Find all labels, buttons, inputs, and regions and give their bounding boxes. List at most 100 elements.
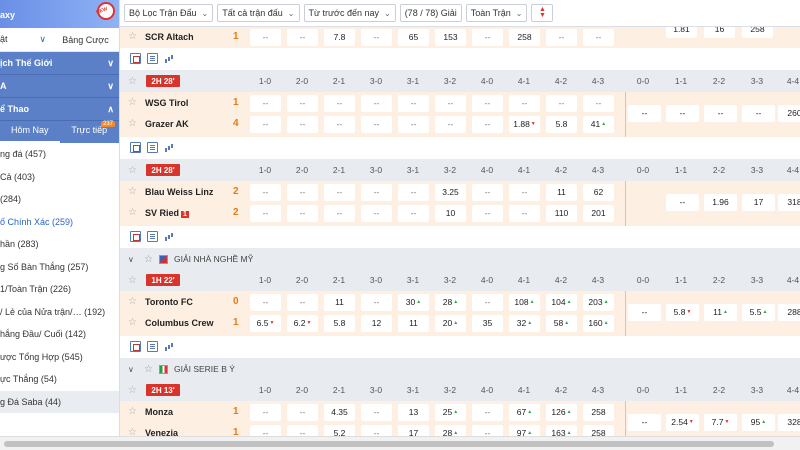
odds-cell[interactable]: 104 <box>546 294 577 311</box>
star-icon[interactable]: ☆ <box>128 97 137 108</box>
odds-cell[interactable]: -- <box>398 205 429 222</box>
odds-cell[interactable]: 260 <box>778 105 800 122</box>
odds-cell[interactable]: -- <box>361 205 392 222</box>
chart-bars-icon[interactable] <box>164 231 175 242</box>
league-header[interactable]: ∨ ☆ GIẢI NHÀ NGHỀ MỸ <box>120 248 800 270</box>
odds-cell[interactable]: 32 <box>509 315 540 332</box>
sidebar-item[interactable]: hắng Đầu/ Cuối (142) <box>0 323 119 346</box>
odds-cell[interactable]: -- <box>287 404 318 421</box>
chart-bars-icon[interactable] <box>164 53 175 64</box>
odds-cell[interactable]: -- <box>287 29 318 46</box>
odds-cell[interactable]: 7.7 <box>704 414 737 431</box>
odds-cell[interactable]: -- <box>583 95 614 112</box>
odds-cell[interactable]: 25 <box>435 404 466 421</box>
odds-cell[interactable]: -- <box>628 105 661 122</box>
odds-cell[interactable]: -- <box>324 116 355 133</box>
horizontal-scrollbar[interactable] <box>0 436 800 450</box>
odds-cell[interactable]: 258 <box>509 29 540 46</box>
odds-cell[interactable]: 126 <box>546 404 577 421</box>
stats-grid-icon[interactable] <box>130 230 141 242</box>
odds-cell[interactable]: -- <box>628 414 661 431</box>
odds-cell[interactable]: -- <box>435 95 466 112</box>
sidebar-item[interactable]: 1/Toàn Trận (226) <box>0 278 119 301</box>
odds-cell[interactable]: -- <box>546 95 577 112</box>
odds-cell[interactable]: -- <box>361 184 392 201</box>
odds-cell[interactable]: -- <box>666 194 699 211</box>
odds-cell[interactable]: 11 <box>704 304 737 321</box>
odds-cell[interactable]: -- <box>509 95 540 112</box>
odds-cell[interactable]: 1.81 <box>666 27 697 38</box>
odds-cell[interactable]: -- <box>509 184 540 201</box>
odds-cell[interactable]: -- <box>398 95 429 112</box>
odds-cell[interactable]: -- <box>472 95 503 112</box>
odds-cell[interactable]: -- <box>583 29 614 46</box>
odds-cell[interactable]: 3.25 <box>435 184 466 201</box>
chevron-down-icon[interactable]: ∨ <box>128 255 138 264</box>
odds-cell[interactable]: -- <box>250 294 281 311</box>
sidebar-section-sports[interactable]: ể Thao ∧ <box>0 98 119 121</box>
odds-cell[interactable]: 108 <box>509 294 540 311</box>
star-icon[interactable]: ☆ <box>144 254 153 265</box>
star-icon[interactable]: ☆ <box>128 207 137 218</box>
stats-grid-icon[interactable] <box>130 340 141 352</box>
odds-cell[interactable]: -- <box>472 205 503 222</box>
sidebar-section-a[interactable]: A ∨ <box>0 75 119 98</box>
odds-cell[interactable]: 2.54 <box>666 414 699 431</box>
odds-cell[interactable]: 41 <box>583 116 614 133</box>
odds-cell[interactable]: 5.8 <box>324 315 355 332</box>
odds-cell[interactable]: 201 <box>583 205 614 222</box>
odds-cell[interactable]: 258 <box>583 404 614 421</box>
odds-cell[interactable]: -- <box>742 105 775 122</box>
odds-cell[interactable]: -- <box>361 29 392 46</box>
list-icon[interactable] <box>147 230 158 242</box>
odds-cell[interactable]: -- <box>472 404 503 421</box>
odds-cell[interactable]: -- <box>250 29 281 46</box>
match-filter-dropdown[interactable]: Bộ Lọc Trận Đấu ⌄ <box>124 4 214 22</box>
odds-cell[interactable]: 328 <box>778 414 800 431</box>
odds-cell[interactable]: 318 <box>778 194 800 211</box>
sidebar-item[interactable]: g Đá Saba (44) <box>0 390 119 413</box>
odds-cell[interactable]: 65 <box>398 29 429 46</box>
odds-cell[interactable]: 110 <box>546 205 577 222</box>
odds-cell[interactable]: -- <box>287 95 318 112</box>
odds-cell[interactable]: 153 <box>435 29 466 46</box>
odds-cell[interactable]: 4.35 <box>324 404 355 421</box>
odds-cell[interactable]: -- <box>398 116 429 133</box>
time-range-dropdown[interactable]: Từ trước đến nay ⌄ <box>303 4 396 22</box>
odds-cell[interactable]: -- <box>250 116 281 133</box>
odds-cell[interactable]: 6.2 <box>287 315 318 332</box>
odds-cell[interactable]: -- <box>509 205 540 222</box>
star-icon[interactable]: ☆ <box>128 296 137 307</box>
odds-cell[interactable]: 28 <box>435 425 466 436</box>
odds-cell[interactable]: -- <box>361 95 392 112</box>
chart-bars-icon[interactable] <box>164 142 175 153</box>
odds-cell[interactable]: -- <box>666 105 699 122</box>
scrollbar-thumb[interactable] <box>4 441 774 447</box>
odds-cell[interactable]: -- <box>250 205 281 222</box>
sidebar-item[interactable]: ố Chính Xác (259) <box>0 211 119 234</box>
odds-cell[interactable]: -- <box>361 425 392 436</box>
star-icon[interactable]: ☆ <box>128 385 137 396</box>
odds-cell[interactable]: 6.5 <box>250 315 281 332</box>
odds-cell[interactable]: 11 <box>546 184 577 201</box>
odds-cell[interactable]: 203 <box>583 294 614 311</box>
league-header[interactable]: ∨ ☆ GIẢI SERIE B Ý <box>120 358 800 380</box>
odds-cell[interactable]: 163 <box>546 425 577 436</box>
star-icon[interactable]: ☆ <box>128 186 137 197</box>
odds-cell[interactable]: 258 <box>742 27 773 38</box>
all-matches-dropdown[interactable]: Tất cả trận đấu ⌄ <box>217 4 300 22</box>
period-dropdown[interactable]: Toàn Trận ⌄ <box>465 4 528 22</box>
sidebar-item[interactable]: (284) <box>0 188 119 211</box>
odds-cell[interactable]: -- <box>287 116 318 133</box>
odds-cell[interactable]: 67 <box>509 404 540 421</box>
odds-cell[interactable]: 30 <box>398 294 429 311</box>
odds-cell[interactable]: -- <box>472 425 503 436</box>
odds-cell[interactable]: 13 <box>398 404 429 421</box>
odds-cell[interactable]: 17 <box>398 425 429 436</box>
odds-cell[interactable]: -- <box>250 425 281 436</box>
odds-cell[interactable]: 10 <box>435 205 466 222</box>
odds-cell[interactable]: -- <box>287 294 318 311</box>
stats-grid-icon[interactable] <box>130 141 141 153</box>
odds-cell[interactable]: -- <box>398 184 429 201</box>
star-icon[interactable]: ☆ <box>128 31 137 42</box>
